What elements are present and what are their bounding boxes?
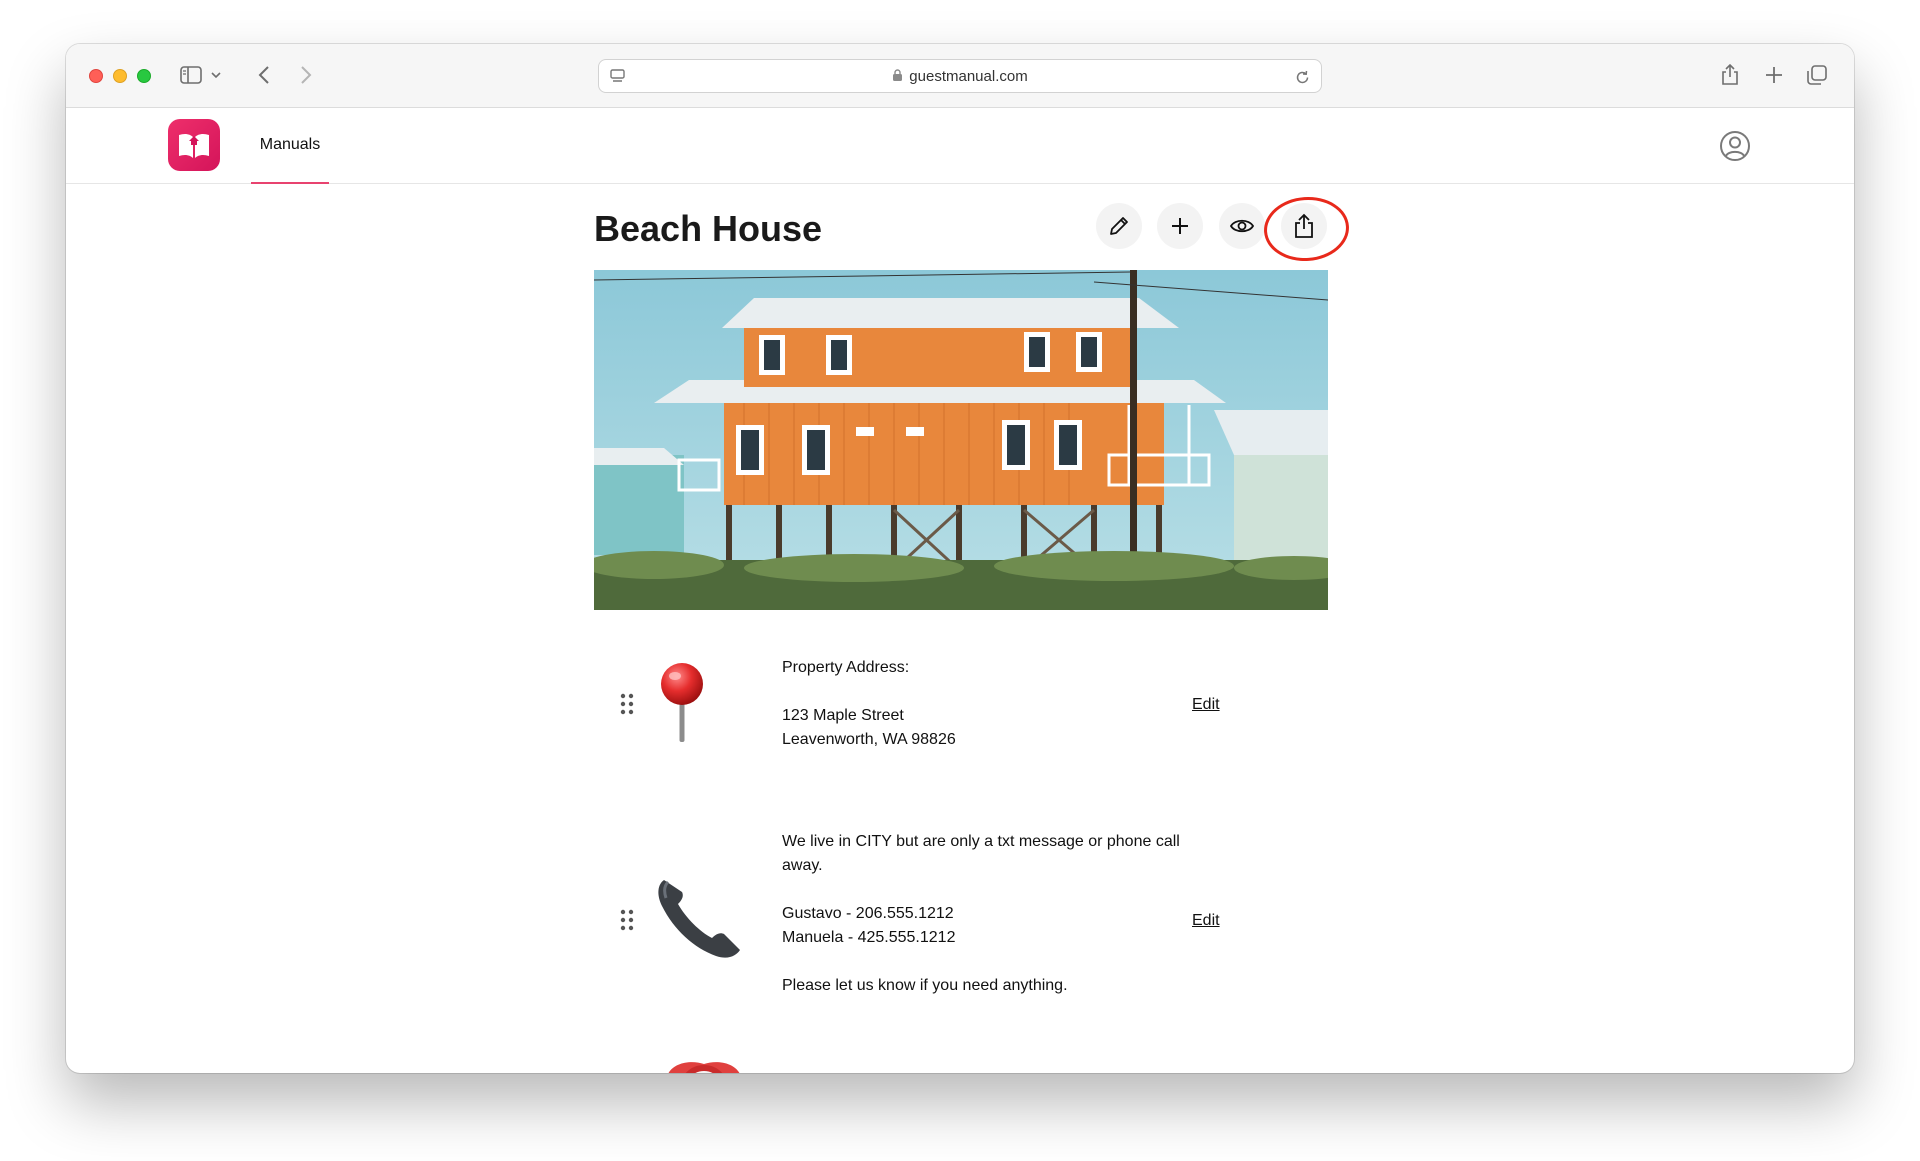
app-header: Manuals bbox=[66, 108, 1854, 184]
browser-window: guestmanual.com Manuals Beach House Prop… bbox=[66, 44, 1854, 1073]
sidebar-toggle-icon[interactable] bbox=[178, 64, 204, 86]
reload-icon[interactable] bbox=[1293, 68, 1311, 86]
share-manual-button[interactable] bbox=[1281, 203, 1327, 249]
address-bar[interactable]: guestmanual.com bbox=[598, 59, 1322, 93]
url-text: guestmanual.com bbox=[909, 68, 1028, 85]
manual-section-address: Property Address: 123 Maple Street Leave… bbox=[594, 656, 1328, 776]
share-icon bbox=[1295, 213, 1313, 238]
property-photo bbox=[594, 270, 1328, 610]
back-icon[interactable] bbox=[254, 64, 274, 86]
preview-button[interactable] bbox=[1219, 203, 1265, 249]
section-text: Property Address: 123 Maple Street Leave… bbox=[782, 656, 1232, 752]
user-avatar-icon[interactable] bbox=[1719, 130, 1751, 162]
section-line: 123 Maple Street bbox=[782, 707, 904, 724]
open-book-icon bbox=[179, 133, 209, 158]
app-logo[interactable] bbox=[168, 119, 220, 171]
drag-handle-icon[interactable] bbox=[619, 908, 635, 932]
browser-toolbar: guestmanual.com bbox=[66, 44, 1854, 108]
share-icon[interactable] bbox=[1719, 62, 1741, 88]
eye-icon bbox=[1229, 219, 1255, 233]
lock-icon bbox=[892, 69, 903, 86]
address-url: guestmanual.com bbox=[599, 68, 1321, 86]
add-section-button[interactable] bbox=[1157, 203, 1203, 249]
forward-icon[interactable] bbox=[296, 64, 316, 86]
alarm-clock-icon bbox=[662, 1060, 746, 1073]
edit-section-link[interactable]: Edit bbox=[1192, 696, 1220, 714]
chevron-down-icon[interactable] bbox=[209, 68, 223, 82]
tab-overview-icon[interactable] bbox=[1806, 64, 1828, 86]
telephone-receiver-icon bbox=[654, 870, 744, 965]
zoom-window-button[interactable] bbox=[137, 69, 151, 83]
page-title: Beach House bbox=[594, 208, 823, 249]
edit-manual-button[interactable] bbox=[1096, 203, 1142, 249]
pushpin-icon bbox=[654, 662, 710, 749]
section-line: Property Address: bbox=[782, 659, 910, 676]
drag-handle-icon[interactable] bbox=[619, 692, 635, 716]
pencil-icon bbox=[1110, 217, 1128, 235]
manual-section-contact: We live in CITY but are only a txt messa… bbox=[594, 830, 1328, 994]
section-line: Leavenworth, WA 98826 bbox=[782, 731, 956, 748]
tab-manuals[interactable]: Manuals bbox=[251, 108, 329, 184]
section-line: Manuela - 425.555.1212 bbox=[782, 929, 956, 946]
section-line: Gustavo - 206.555.1212 bbox=[782, 905, 954, 922]
section-line: Please let us know if you need anything. bbox=[782, 977, 1068, 994]
section-line: We live in CITY but are only a txt messa… bbox=[782, 833, 1180, 850]
minimize-window-button[interactable] bbox=[113, 69, 127, 83]
edit-section-link[interactable]: Edit bbox=[1192, 912, 1220, 930]
section-text: We live in CITY but are only a txt messa… bbox=[782, 830, 1232, 998]
new-tab-icon[interactable] bbox=[1763, 64, 1785, 86]
plus-icon bbox=[1172, 218, 1188, 234]
manual-section-partial bbox=[594, 1060, 1328, 1073]
section-line: away. bbox=[782, 857, 823, 874]
close-window-button[interactable] bbox=[89, 69, 103, 83]
